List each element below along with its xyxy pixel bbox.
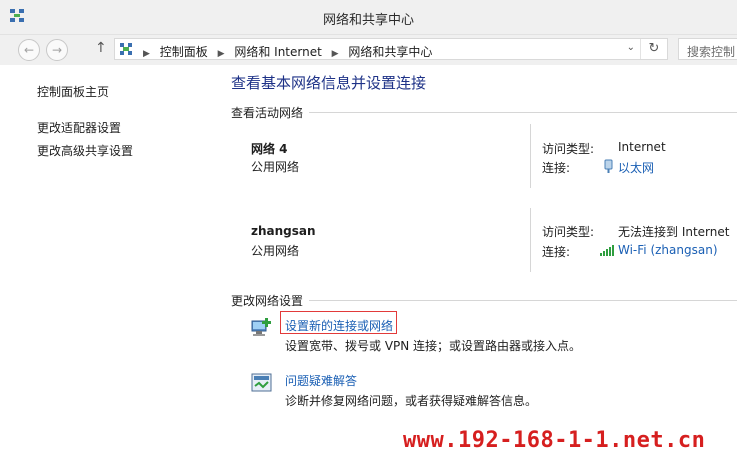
- ethernet-connection-link[interactable]: 以太网: [618, 159, 654, 176]
- refresh-button[interactable]: ↻: [640, 39, 667, 59]
- title-bar: 网络和共享中心: [0, 0, 737, 35]
- access-type-value: Internet: [618, 140, 666, 154]
- vertical-divider: [530, 208, 531, 272]
- access-type-label: 访问类型:: [542, 225, 595, 239]
- network-name: zhangsan: [251, 224, 316, 238]
- connection-label: 连接:: [542, 161, 571, 175]
- ethernet-icon: [604, 159, 613, 173]
- troubleshoot-icon: [251, 373, 272, 392]
- wifi-connection-link[interactable]: Wi-Fi (zhangsan): [618, 243, 718, 257]
- access-type-value: 无法连接到 Internet: [618, 225, 730, 239]
- sidebar-item-control-panel-home[interactable]: 控制面板主页: [37, 83, 109, 100]
- watermark: www.192-168-1-1.net.cn: [403, 428, 706, 453]
- active-networks-header: 查看活动网络: [231, 106, 304, 120]
- forward-button[interactable]: →: [46, 39, 68, 61]
- setup-new-connection-link[interactable]: 设置新的连接或网络: [285, 317, 393, 334]
- setup-new-connection-description: 设置宽带、拨号或 VPN 连接；或设置路由器或接入点。: [285, 339, 582, 353]
- chevron-right-icon[interactable]: ▶: [332, 49, 339, 59]
- sidebar-item-adapter-settings[interactable]: 更改适配器设置: [37, 119, 121, 136]
- address-bar[interactable]: ▶ 控制面板 ▶ 网络和 Internet ▶ 网络和共享中心 ⌄ ↻: [114, 38, 668, 60]
- navigation-bar: ← → ↑ ▶ 控制面板 ▶ 网络和 Internet ▶ 网络和共享中心 ⌄ …: [0, 35, 737, 65]
- back-button[interactable]: ←: [18, 39, 40, 61]
- chevron-right-icon[interactable]: ▶: [218, 49, 225, 59]
- chevron-right-icon: ▶: [143, 49, 150, 59]
- change-settings-header: 更改网络设置: [231, 294, 304, 308]
- search-input[interactable]: 搜索控制: [678, 38, 737, 60]
- sidebar-item-advanced-sharing[interactable]: 更改高级共享设置: [37, 142, 133, 159]
- network-category: 公用网络: [251, 244, 300, 258]
- section-divider: [309, 300, 737, 301]
- breadcrumb: ▶ 控制面板 ▶ 网络和 Internet ▶ 网络和共享中心: [137, 43, 432, 60]
- breadcrumb-network-center[interactable]: 网络和共享中心: [348, 45, 432, 59]
- breadcrumb-control-panel[interactable]: 控制面板: [160, 45, 208, 59]
- left-nav-pane: 控制面板主页 更改适配器设置 更改高级共享设置: [0, 66, 220, 458]
- window-title: 网络和共享中心: [322, 13, 414, 28]
- vertical-divider: [530, 124, 531, 188]
- troubleshoot-description: 诊断并修复网络问题，或者获得疑难解答信息。: [285, 394, 538, 408]
- search-placeholder: 搜索控制: [687, 45, 736, 59]
- up-button[interactable]: ↑: [95, 40, 107, 56]
- chevron-down-icon[interactable]: ⌄: [627, 42, 635, 53]
- page-title: 查看基本网络信息并设置连接: [231, 74, 427, 92]
- network-name: 网络 4: [251, 142, 288, 156]
- new-connection-icon: [251, 318, 271, 336]
- control-panel-icon: [120, 43, 132, 55]
- wifi-signal-icon: [600, 245, 614, 256]
- connection-label: 连接:: [542, 245, 571, 259]
- access-type-label: 访问类型:: [542, 142, 595, 156]
- network-category: 公用网络: [251, 160, 300, 174]
- breadcrumb-network-internet[interactable]: 网络和 Internet: [234, 45, 321, 59]
- troubleshoot-link[interactable]: 问题疑难解答: [285, 372, 357, 389]
- section-divider: [309, 112, 737, 113]
